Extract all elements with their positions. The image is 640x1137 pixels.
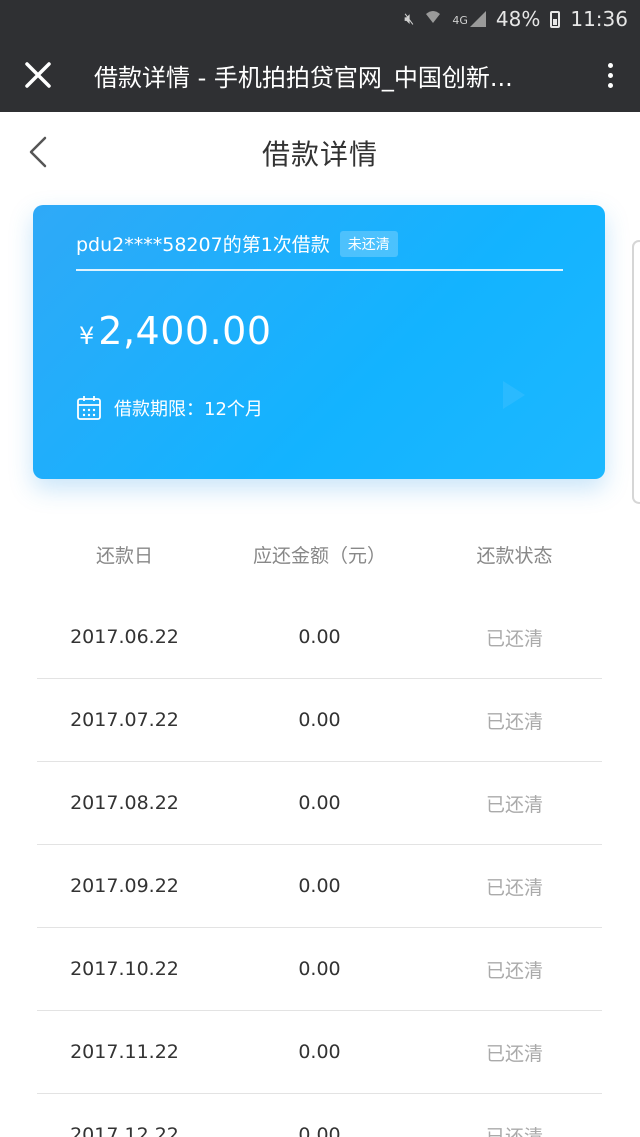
close-icon bbox=[25, 62, 51, 88]
due-date: 2017.09.22 bbox=[70, 875, 179, 897]
next-card-edge bbox=[632, 240, 640, 504]
loan-title: pdu2****58207的第1次借款 bbox=[76, 234, 330, 256]
table-row[interactable]: 2017.12.22 0.00 已还清 bbox=[37, 1094, 602, 1137]
amount-due: 0.00 bbox=[298, 709, 341, 731]
amount-due: 0.00 bbox=[298, 1041, 341, 1063]
header-repayment-status: 还款状态 bbox=[476, 544, 553, 567]
card-divider bbox=[76, 269, 563, 271]
repayment-status: 已还清 bbox=[485, 876, 543, 899]
loan-card: pdu2****58207的第1次借款 未还清 ¥ 2,400.00 借款期限：… bbox=[33, 205, 605, 479]
chevron-left-icon bbox=[29, 136, 47, 168]
table-row[interactable]: 2017.08.22 0.00 已还清 bbox=[37, 762, 602, 845]
repayment-status: 已还清 bbox=[485, 959, 543, 982]
amount-due: 0.00 bbox=[298, 958, 341, 980]
repayment-status: 已还清 bbox=[485, 1125, 543, 1137]
status-bar: 🔇︎ 4G 48% 11:36 bbox=[0, 0, 640, 38]
amount-due: 0.00 bbox=[298, 626, 341, 648]
battery-icon bbox=[550, 10, 561, 28]
table-row[interactable]: 2017.09.22 0.00 已还清 bbox=[37, 845, 602, 928]
header-due-date: 还款日 bbox=[95, 544, 153, 567]
browser-title: 借款详情 - 手机拍拍贷官网_中国创新... bbox=[94, 63, 513, 92]
close-button[interactable] bbox=[0, 38, 76, 112]
signal-4g-label: 4G bbox=[452, 14, 468, 27]
wifi-icon bbox=[424, 9, 442, 29]
due-date: 2017.08.22 bbox=[70, 792, 179, 814]
page: 🔇︎ 4G 48% 11:36 借款详情 - 手机拍拍贷官网_中国创新... 借… bbox=[0, 0, 640, 1137]
repayment-status: 已还清 bbox=[485, 627, 543, 650]
signal-4g-icon: 4G bbox=[452, 11, 486, 27]
page-header: 借款详情 bbox=[0, 112, 640, 194]
mute-icon: 🔇︎ bbox=[404, 9, 415, 28]
battery-percent: 48% bbox=[495, 7, 541, 31]
repayment-status: 已还清 bbox=[485, 1042, 543, 1065]
card-decoration bbox=[503, 381, 525, 409]
due-date: 2017.07.22 bbox=[70, 709, 179, 731]
amount-due: 0.00 bbox=[298, 1124, 341, 1137]
loan-term-row: 借款期限：12个月 bbox=[76, 395, 263, 421]
due-date: 2017.10.22 bbox=[70, 958, 179, 980]
repayment-table: 还款日 应还金额（元） 还款状态 2017.06.22 0.00 已还清 201… bbox=[37, 512, 602, 1137]
table-row[interactable]: 2017.11.22 0.00 已还清 bbox=[37, 1011, 602, 1094]
table-row[interactable]: 2017.06.22 0.00 已还清 bbox=[37, 596, 602, 679]
table-header: 还款日 应还金额（元） 还款状态 bbox=[37, 512, 602, 596]
more-button[interactable] bbox=[580, 38, 640, 112]
calendar-icon bbox=[77, 396, 101, 420]
table-row[interactable]: 2017.10.22 0.00 已还清 bbox=[37, 928, 602, 1011]
currency-symbol: ¥ bbox=[79, 322, 95, 350]
loan-amount: 2,400.00 bbox=[98, 309, 272, 353]
page-title: 借款详情 bbox=[261, 138, 378, 171]
table-row[interactable]: 2017.07.22 0.00 已还清 bbox=[37, 679, 602, 762]
due-date: 2017.06.22 bbox=[70, 626, 179, 648]
back-button[interactable] bbox=[18, 130, 58, 174]
loan-card-header: pdu2****58207的第1次借款 未还清 bbox=[76, 230, 398, 257]
amount-due: 0.00 bbox=[298, 792, 341, 814]
loan-term: 借款期限：12个月 bbox=[114, 399, 263, 420]
due-date: 2017.12.22 bbox=[70, 1124, 179, 1137]
header-amount-due: 应还金额（元） bbox=[252, 544, 386, 567]
status-badge: 未还清 bbox=[339, 230, 398, 257]
loan-amount-row: ¥ 2,400.00 bbox=[79, 309, 272, 353]
clock: 11:36 bbox=[570, 7, 628, 31]
amount-due: 0.00 bbox=[298, 875, 341, 897]
repayment-status: 已还清 bbox=[485, 793, 543, 816]
repayment-status: 已还清 bbox=[485, 710, 543, 733]
due-date: 2017.11.22 bbox=[70, 1041, 179, 1063]
more-vertical-icon bbox=[607, 62, 613, 68]
browser-title-bar: 借款详情 - 手机拍拍贷官网_中国创新... bbox=[0, 38, 640, 112]
